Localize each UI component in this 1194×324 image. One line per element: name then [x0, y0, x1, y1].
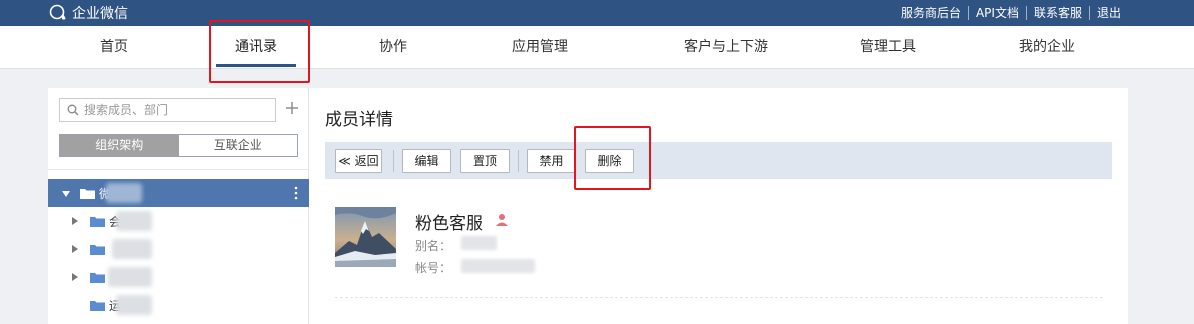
- divider: [335, 297, 1103, 298]
- redacted-name: [106, 183, 142, 203]
- delete-button[interactable]: 删除: [585, 149, 634, 173]
- tree-node[interactable]: [48, 235, 309, 263]
- nav-my-company[interactable]: 我的企业: [1007, 26, 1087, 69]
- folder-icon: [90, 245, 105, 255]
- avatar[interactable]: [335, 207, 396, 267]
- chat-bubble-logo-icon: [49, 4, 66, 20]
- tab-org-structure[interactable]: 组织架构: [60, 135, 179, 156]
- caret-down-icon[interactable]: [62, 191, 70, 197]
- folder-icon: [80, 189, 95, 199]
- app-logo[interactable]: 企业微信: [48, 3, 128, 23]
- disable-button[interactable]: 禁用: [527, 149, 576, 173]
- alias-value-redacted: [461, 236, 497, 250]
- folder-icon: [90, 301, 105, 311]
- plus-icon[interactable]: [284, 100, 300, 116]
- nav-customers[interactable]: 客户与上下游: [666, 26, 786, 69]
- redacted-name: [112, 239, 152, 259]
- tree-node[interactable]: 运: [48, 291, 309, 319]
- app-title: 企业微信: [72, 6, 128, 22]
- org-sidebar: 组织架构 互联企业 微 会: [48, 88, 309, 324]
- pin-button[interactable]: 置顶: [460, 149, 510, 173]
- alias-label: 别名：: [415, 239, 452, 253]
- tab-connected-companies[interactable]: 互联企业: [178, 135, 297, 156]
- account-value-redacted: [461, 259, 535, 273]
- page-title: 成员详情: [325, 110, 393, 130]
- nav-admin-tools[interactable]: 管理工具: [848, 26, 928, 69]
- top-links: 服务商后台 API文档 联系客服 退出: [894, 0, 1128, 26]
- api-docs-link[interactable]: API文档: [967, 6, 1026, 20]
- member-name: 粉色客服: [415, 214, 483, 234]
- tree-node[interactable]: [48, 263, 309, 291]
- member-search[interactable]: [59, 98, 276, 122]
- caret-right-icon[interactable]: [72, 273, 78, 281]
- person-icon: [496, 214, 508, 226]
- redacted-name: [116, 211, 152, 231]
- more-vertical-icon[interactable]: [294, 185, 298, 201]
- nav-contacts[interactable]: 通讯录: [216, 26, 296, 69]
- contact-support-link[interactable]: 联系客服: [1025, 6, 1089, 20]
- nav-active-indicator: [216, 64, 296, 67]
- back-button[interactable]: ≪ 返回: [335, 149, 382, 173]
- top-bar: 企业微信 服务商后台 API文档 联系客服 退出: [0, 0, 1194, 26]
- member-toolbar: ≪ 返回 编辑 置顶 禁用 删除: [325, 142, 1112, 179]
- folder-icon: [90, 217, 105, 227]
- toolbar-separator: [393, 150, 394, 172]
- edit-button[interactable]: 编辑: [402, 149, 451, 173]
- caret-right-icon[interactable]: [72, 217, 78, 225]
- redacted-name: [116, 295, 152, 315]
- search-icon: [67, 104, 79, 116]
- folder-icon: [90, 273, 105, 283]
- sidebar-tabs: 组织架构 互联企业: [59, 134, 298, 157]
- member-detail-panel: 成员详情 ≪ 返回 编辑 置顶 禁用 删除 粉色客服 别名： 帐号：: [309, 88, 1128, 324]
- account-label: 帐号：: [415, 261, 452, 275]
- redacted-name: [108, 267, 152, 287]
- mountain-avatar-image: [335, 207, 396, 267]
- search-input[interactable]: [84, 99, 274, 121]
- nav-home[interactable]: 首页: [74, 26, 154, 69]
- caret-right-icon[interactable]: [72, 245, 78, 253]
- logout-link[interactable]: 退出: [1088, 6, 1128, 20]
- nav-app-management[interactable]: 应用管理: [498, 26, 582, 69]
- divider: [48, 169, 309, 170]
- tree-node-root[interactable]: 微: [48, 179, 309, 207]
- nav-collaboration[interactable]: 协作: [353, 26, 433, 69]
- main-nav: 首页 通讯录 协作 应用管理 客户与上下游 管理工具 我的企业: [0, 26, 1194, 69]
- toolbar-separator: [518, 150, 519, 172]
- service-provider-link[interactable]: 服务商后台: [894, 6, 968, 20]
- tree-node[interactable]: 会: [48, 207, 309, 235]
